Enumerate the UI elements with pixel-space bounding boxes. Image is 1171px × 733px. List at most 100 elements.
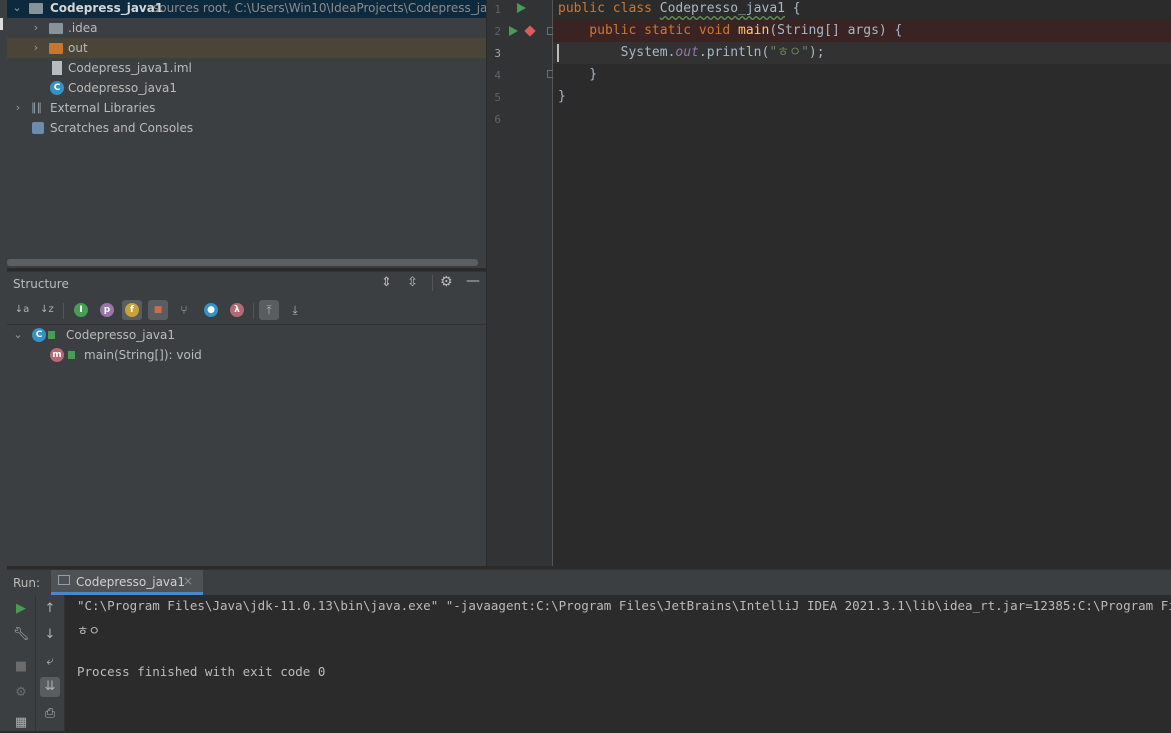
divider [253, 303, 254, 319]
wrench-icon[interactable]: 🔧︎ [11, 625, 31, 645]
tree-item-label: out [68, 41, 88, 55]
tree-item-label: Codepresso_java1 [68, 81, 178, 95]
code-token: .println( [698, 45, 770, 60]
code-token: Codepresso_java1 [659, 1, 785, 16]
show-lambdas-icon[interactable]: λ [230, 303, 244, 317]
close-icon[interactable]: × [183, 574, 193, 588]
minimize-icon[interactable]: — [466, 273, 480, 289]
code-token: public class [558, 1, 660, 16]
soft-wrap-icon[interactable]: ⤶ [40, 652, 60, 672]
show-inherited-icon[interactable]: I [74, 303, 88, 317]
expand-all-icon[interactable]: ⇕ [381, 275, 392, 290]
excluded-folder-icon [49, 43, 63, 54]
settings-icon[interactable]: ⚙ [11, 683, 31, 703]
show-anonymous-icon[interactable]: ● [204, 303, 218, 317]
console-line: Process finished with exit code 0 [77, 664, 326, 679]
tree-item-idea[interactable]: › .idea [7, 18, 486, 38]
chevron-down-icon[interactable]: ⌄ [12, 325, 24, 345]
structure-class-label: Codepresso_java1 [66, 328, 176, 342]
line-number: 6 [494, 113, 501, 126]
tree-item-external-libraries[interactable]: › ∥∥ External Libraries [7, 98, 486, 118]
tree-item-iml[interactable]: Codepress_java1.iml [7, 58, 486, 78]
line-number: 4 [494, 69, 501, 82]
run-class-icon[interactable] [517, 3, 526, 13]
horizontal-scrollbar[interactable] [7, 259, 478, 266]
console-output[interactable]: "C:\Program Files\Java\jdk-11.0.13\bin\j… [65, 595, 1171, 731]
structure-class-row[interactable]: ⌄ C Codepresso_java1 [7, 325, 486, 345]
code-line-3: System.out.println("ㅎㅇ"); [558, 42, 825, 64]
structure-tree: ⌄ C Codepresso_java1 m main(String[]): v… [7, 325, 486, 566]
code-token: public static void [558, 23, 739, 38]
tree-item-label: .idea [68, 21, 98, 35]
structure-toolbar: ↓a ↓z I p f ■ ⑂ ● λ ⤒ ⤓ [7, 296, 486, 325]
arrow-down-icon[interactable]: ↓ [40, 625, 60, 645]
scroll-to-end-icon[interactable]: ⇊ [40, 677, 60, 697]
fields-icon: f [125, 303, 139, 317]
stop-icon[interactable]: ■ [11, 657, 31, 677]
tree-item-label: Codepress_java1.iml [68, 61, 192, 75]
autoscroll-to-source-icon[interactable]: ⤒ [259, 300, 279, 320]
gear-icon[interactable]: ⚙ [440, 274, 453, 290]
tree-item-label: External Libraries [50, 101, 156, 115]
print-icon[interactable]: ⎙ [40, 704, 60, 724]
structure-title: Structure [13, 277, 69, 291]
run-label: Run: [13, 576, 41, 590]
folder-icon [49, 23, 63, 34]
divider [432, 275, 433, 291]
console-side-toolbar: ↑ ↓ ⤶ ⇊ ⎙ [36, 595, 65, 731]
public-lock-icon [68, 351, 75, 359]
chevron-right-icon[interactable]: › [30, 38, 42, 58]
rerun-icon[interactable]: ▶ [11, 599, 31, 619]
root-module-name: Codepress_java1 [50, 1, 164, 15]
public-lock-icon [48, 331, 55, 339]
code-editor[interactable]: public class Codepresso_java1 { public s… [553, 0, 1171, 566]
divider [63, 303, 64, 319]
line-number: 5 [494, 91, 501, 104]
tree-root-row[interactable]: ⌄ Codepress_java1 sources root, C:\Users… [7, 0, 486, 18]
editor-gutter: 1 2 3 4 5 6 [487, 0, 554, 566]
tree-item-out[interactable]: › out [7, 38, 486, 58]
collapse-all-icon[interactable]: ⇳ [407, 275, 418, 290]
library-icon: ∥∥ [31, 101, 42, 114]
tree-item-class[interactable]: C Codepresso_java1 [7, 78, 486, 98]
tree-item-label: Scratches and Consoles [50, 121, 194, 135]
show-properties-icon[interactable]: p [100, 303, 114, 317]
line-number: 3 [494, 47, 501, 60]
run-main-icon[interactable] [509, 26, 518, 36]
layout-icon[interactable]: ▦ [11, 713, 31, 733]
code-line-4: } [558, 67, 598, 82]
method-icon: m [50, 348, 64, 362]
project-tree: ⌄ Codepress_java1 sources root, C:\Users… [7, 0, 486, 268]
code-token: out [675, 45, 699, 60]
code-line-2: public static void main(String[] args) { [558, 20, 902, 42]
code-token: "ㅎㅇ" [769, 45, 809, 60]
module-folder-icon [29, 3, 43, 14]
show-fields-button[interactable]: f [122, 300, 142, 320]
console-icon [58, 575, 70, 585]
sort-alphabetically-icon[interactable]: ↓a [12, 300, 32, 320]
chevron-down-icon[interactable]: ⌄ [11, 0, 23, 18]
chevron-right-icon[interactable]: › [30, 18, 42, 38]
scratches-icon [32, 122, 44, 134]
breakpoint-icon[interactable] [524, 25, 536, 37]
code-line-5: } [558, 89, 566, 104]
arrow-up-icon[interactable]: ↑ [40, 599, 60, 619]
structure-method-row[interactable]: m main(String[]): void [7, 345, 486, 365]
sort-by-visibility-icon[interactable]: ↓z [37, 300, 57, 320]
console-line: "C:\Program Files\Java\jdk-11.0.13\bin\j… [77, 598, 1171, 613]
root-module-hint: sources root, C:\Users\Win10\IdeaProject… [153, 1, 486, 15]
chevron-right-icon[interactable]: › [12, 98, 24, 118]
show-hierarchy-icon[interactable]: ⑂ [174, 300, 194, 320]
run-side-toolbar: ▶ 🔧︎ ■ ⚙ ▦ [7, 595, 36, 731]
show-non-public-icon[interactable]: ■ [148, 300, 168, 320]
java-class-icon: C [32, 328, 46, 342]
code-token: (String[] args) { [769, 23, 903, 38]
run-tab[interactable]: Codepresso_java1 × [51, 570, 203, 595]
iml-file-icon [52, 61, 62, 75]
code-token: System. [558, 45, 676, 60]
structure-header: Structure ⇕ ⇳ ⚙ — [7, 271, 486, 296]
code-line-1: public class Codepresso_java1 { [558, 0, 801, 20]
strip-marker [0, 18, 3, 30]
autoscroll-from-source-icon[interactable]: ⤓ [285, 300, 305, 320]
tree-item-scratches[interactable]: Scratches and Consoles [7, 118, 486, 138]
